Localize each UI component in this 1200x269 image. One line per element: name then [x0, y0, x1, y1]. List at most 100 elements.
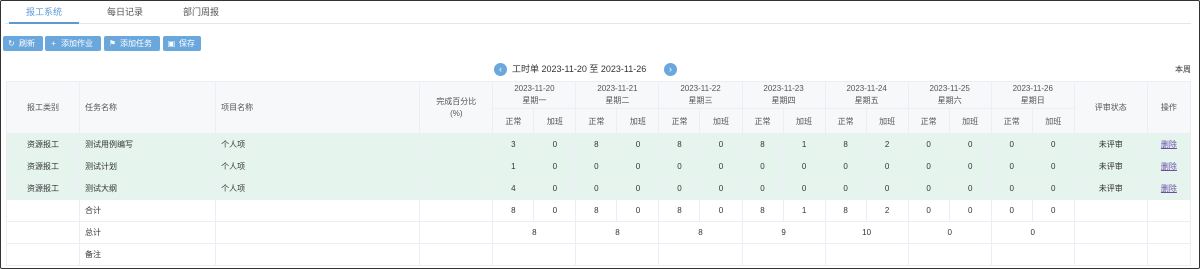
- cell-hours[interactable]: 0: [990, 133, 1033, 156]
- cell-hours[interactable]: 0: [1031, 155, 1075, 178]
- cell-hours[interactable]: 0: [782, 155, 826, 178]
- refresh-icon: ↻: [8, 39, 15, 48]
- delete-link[interactable]: 删除: [1161, 140, 1177, 149]
- delete-link[interactable]: 删除: [1161, 184, 1177, 193]
- cell-hours[interactable]: 0: [1031, 133, 1075, 156]
- cell-hours[interactable]: 0: [741, 155, 784, 178]
- table-row[interactable]: 资源报工 测试用例编写 个人项 30 80 80 81 82 00 00 未评审…: [5, 133, 1192, 156]
- total-label: 总计: [79, 221, 217, 244]
- plus-icon: +: [51, 39, 56, 48]
- table-row[interactable]: 资源报工 测试大纲 个人项 40 00 00 00 00 00 00 未评审 删…: [5, 177, 1192, 200]
- add-task-button[interactable]: ⚑ 添加任务: [104, 36, 160, 51]
- cell-project: 个人项: [215, 133, 421, 156]
- cell-hours[interactable]: 0: [990, 155, 1033, 178]
- save-button[interactable]: ▣ 保存: [163, 36, 201, 51]
- cell-hours[interactable]: 0: [948, 177, 992, 200]
- cell-empty: [1146, 243, 1192, 266]
- cell-completion[interactable]: [419, 133, 494, 156]
- header-day: 2023-11-26 星期日: [990, 81, 1075, 109]
- cell-hours[interactable]: 0: [824, 177, 867, 200]
- cell-hours[interactable]: 1: [492, 155, 535, 178]
- subtotal-label: 合计: [79, 199, 217, 222]
- cell-hours[interactable]: 0: [1031, 177, 1075, 200]
- subtotal-hours: 0: [907, 199, 950, 222]
- total-day: 8: [658, 221, 743, 244]
- header-day-date: 2023-11-22: [680, 84, 721, 93]
- cell-hours[interactable]: 0: [948, 155, 992, 178]
- header-day-weekday: 星期五: [854, 96, 879, 105]
- subtotal-hours: 0: [616, 199, 660, 222]
- cell-hours[interactable]: 0: [907, 133, 950, 156]
- subtotal-hours: 0: [699, 199, 743, 222]
- cell-hours[interactable]: 0: [616, 177, 660, 200]
- next-week-button[interactable]: ›: [664, 63, 677, 76]
- cell-hours[interactable]: 8: [575, 133, 618, 156]
- header-day-weekday: 星期六: [937, 96, 962, 105]
- cell-hours[interactable]: 3: [492, 133, 535, 156]
- subtotal-hours: 8: [575, 199, 618, 222]
- cell-hours[interactable]: 0: [907, 155, 950, 178]
- header-normal: 正常: [575, 108, 618, 134]
- cell-task: 测试用例编写: [79, 133, 217, 156]
- header-normal: 正常: [741, 108, 784, 134]
- subtotal-hours: 8: [658, 199, 701, 222]
- tab-report-system[interactable]: 报工系统: [9, 1, 79, 24]
- cell-hours[interactable]: 0: [699, 133, 743, 156]
- cell-hours[interactable]: 0: [616, 155, 660, 178]
- cell-hours[interactable]: 0: [865, 155, 909, 178]
- add-work-button[interactable]: + 添加作业: [45, 36, 101, 51]
- table-row[interactable]: 资源报工 测试计划 个人项 10 00 00 00 00 00 00 未评审 删…: [5, 155, 1192, 178]
- refresh-button[interactable]: ↻ 刷新: [3, 36, 43, 51]
- prev-week-button[interactable]: ‹: [494, 63, 507, 76]
- cell-hours[interactable]: 0: [865, 177, 909, 200]
- cell-hours[interactable]: 0: [616, 133, 660, 156]
- header-day: 2023-11-24 星期五: [824, 81, 909, 109]
- note-cell[interactable]: [990, 243, 1075, 266]
- add-task-label: 添加任务: [120, 39, 152, 48]
- cell-hours[interactable]: 0: [741, 177, 784, 200]
- note-cell[interactable]: [824, 243, 909, 266]
- cell-hours[interactable]: 0: [824, 155, 867, 178]
- subtotal-hours: 0: [990, 199, 1033, 222]
- cell-hours[interactable]: 0: [782, 177, 826, 200]
- cell-completion[interactable]: [419, 155, 494, 178]
- cell-hours[interactable]: 0: [948, 133, 992, 156]
- header-normal: 正常: [492, 108, 535, 134]
- header-overtime: 加班: [782, 108, 826, 134]
- cell-empty: [215, 199, 421, 222]
- subtotal-hours: 0: [1031, 199, 1075, 222]
- cell-hours[interactable]: 0: [533, 133, 577, 156]
- cell-hours[interactable]: 0: [533, 155, 577, 178]
- cell-hours[interactable]: 8: [741, 133, 784, 156]
- total-row: 总计 8 8 8 9 10 0 0: [5, 221, 1192, 244]
- cell-hours[interactable]: 0: [533, 177, 577, 200]
- cell-hours[interactable]: 1: [782, 133, 826, 156]
- cell-hours[interactable]: 2: [865, 133, 909, 156]
- note-cell[interactable]: [575, 243, 660, 266]
- cell-hours[interactable]: 0: [658, 177, 701, 200]
- cell-category: 资源报工: [5, 177, 81, 200]
- note-cell[interactable]: [741, 243, 826, 266]
- cell-hours[interactable]: 0: [990, 177, 1033, 200]
- cell-hours[interactable]: 0: [575, 155, 618, 178]
- chevron-right-icon: ›: [669, 64, 672, 74]
- cell-hours[interactable]: 0: [575, 177, 618, 200]
- note-cell[interactable]: [658, 243, 743, 266]
- cell-hours[interactable]: 8: [824, 133, 867, 156]
- cell-hours[interactable]: 4: [492, 177, 535, 200]
- header-day-date: 2023-11-26: [1012, 84, 1053, 93]
- this-week-link[interactable]: 本周: [1175, 64, 1191, 75]
- delete-link[interactable]: 删除: [1161, 162, 1177, 171]
- cell-completion[interactable]: [419, 177, 494, 200]
- cell-hours[interactable]: 0: [658, 155, 701, 178]
- cell-empty: [419, 243, 494, 266]
- cell-hours[interactable]: 0: [699, 155, 743, 178]
- note-cell[interactable]: [492, 243, 577, 266]
- cell-hours[interactable]: 0: [699, 177, 743, 200]
- cell-hours[interactable]: 0: [907, 177, 950, 200]
- note-cell[interactable]: [907, 243, 992, 266]
- cell-hours[interactable]: 8: [658, 133, 701, 156]
- tab-daily-record[interactable]: 每日记录: [95, 1, 155, 24]
- header-day-weekday: 星期四: [771, 96, 796, 105]
- tab-dept-weekly[interactable]: 部门周报: [171, 1, 231, 24]
